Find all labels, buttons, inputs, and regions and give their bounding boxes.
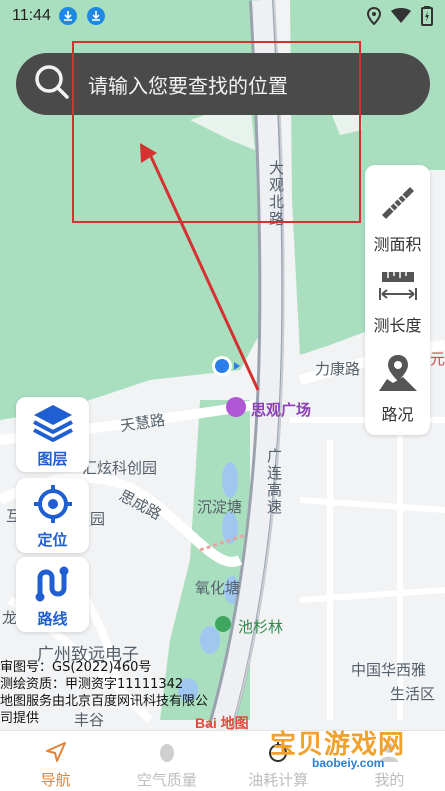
poi-label-district: 生活区 [390, 685, 436, 703]
map-traffic-icon [377, 355, 419, 397]
measure-area-label: 测面积 [373, 235, 422, 254]
info-line-2: 测绘资质：甲测资字11111342 [0, 677, 184, 692]
status-time: 11:44 [12, 7, 51, 24]
measure-length-icon [378, 272, 418, 308]
layers-label: 图层 [37, 450, 68, 468]
ruler-area-icon [378, 187, 418, 227]
poi-label-pond1: 沉淀塘 [197, 498, 243, 516]
baidu-map-logo: Bai 地图 [195, 715, 249, 731]
traffic-button[interactable]: 路况 [365, 353, 430, 425]
locate-icon [16, 478, 89, 529]
navigation-arrow-icon [45, 742, 67, 767]
nav-air-quality-label: 空气质量 [136, 771, 197, 789]
watermark-url: baobeiy.com [312, 756, 385, 770]
nav-navigation[interactable]: 导航 [0, 731, 111, 791]
measure-area-button[interactable]: 测面积 [365, 183, 430, 255]
nav-air-quality[interactable]: 空气质量 [111, 731, 222, 791]
layers-icon [16, 397, 89, 448]
app-screen: 大观北路 力康路 元 天慧路 思观广场 汇炫科创园 思成路 园 互 沉淀塘 广连… [0, 0, 445, 791]
poi-label-park: 汇炫科创园 [82, 459, 158, 477]
status-icons [366, 6, 433, 30]
measure-length-label: 测长度 [373, 316, 422, 335]
info-line-1: 审图号：GS(2022)460号 [0, 660, 152, 675]
road-label-likang: 力康路 [315, 360, 361, 378]
route-icon [16, 557, 89, 608]
annotation-box [72, 41, 361, 223]
info-line-4: 司提供 [0, 711, 40, 726]
poi-label-company2: 中国华西雅 [351, 661, 427, 679]
wifi-icon [391, 8, 411, 28]
location-icon [366, 6, 382, 29]
layers-button[interactable]: 图层 [16, 397, 89, 472]
road-label-expressway: 广连高速 [265, 448, 283, 516]
battery-icon [421, 6, 433, 30]
nav-fuel-label: 油耗计算 [248, 771, 309, 789]
poi-label-forest: 池杉林 [238, 618, 284, 636]
poi-label-pond2: 氧化塘 [195, 579, 241, 597]
search-icon[interactable] [34, 64, 70, 104]
map-tools-panel: 测面积 测长度 路况 [365, 165, 430, 435]
measure-length-button[interactable]: 测长度 [365, 270, 430, 336]
locate-button[interactable]: 定位 [16, 478, 89, 553]
map-edge-left: 龙 [2, 609, 18, 627]
download-icon [86, 7, 105, 25]
download-icon [58, 7, 77, 25]
poi-label-square[interactable]: 思观广场 [251, 399, 311, 420]
map-edge-label: 元 [430, 350, 445, 368]
nav-profile-label: 我的 [374, 771, 405, 789]
status-bar: 11:44 [0, 0, 445, 32]
nav-navigation-label: 导航 [40, 771, 71, 789]
route-button[interactable]: 路线 [16, 557, 89, 632]
air-drop-icon [156, 744, 178, 767]
map-copyright-info: 审图号：GS(2022)460号 测绘资质：甲测资字11111342 地图服务由… [0, 659, 208, 727]
poi-label-park2: 园 [90, 510, 106, 528]
route-label: 路线 [37, 610, 68, 628]
locate-label: 定位 [37, 531, 68, 549]
traffic-label: 路况 [381, 405, 414, 424]
info-line-3: 地图服务由北京百度网讯科技有限公 [0, 694, 209, 709]
